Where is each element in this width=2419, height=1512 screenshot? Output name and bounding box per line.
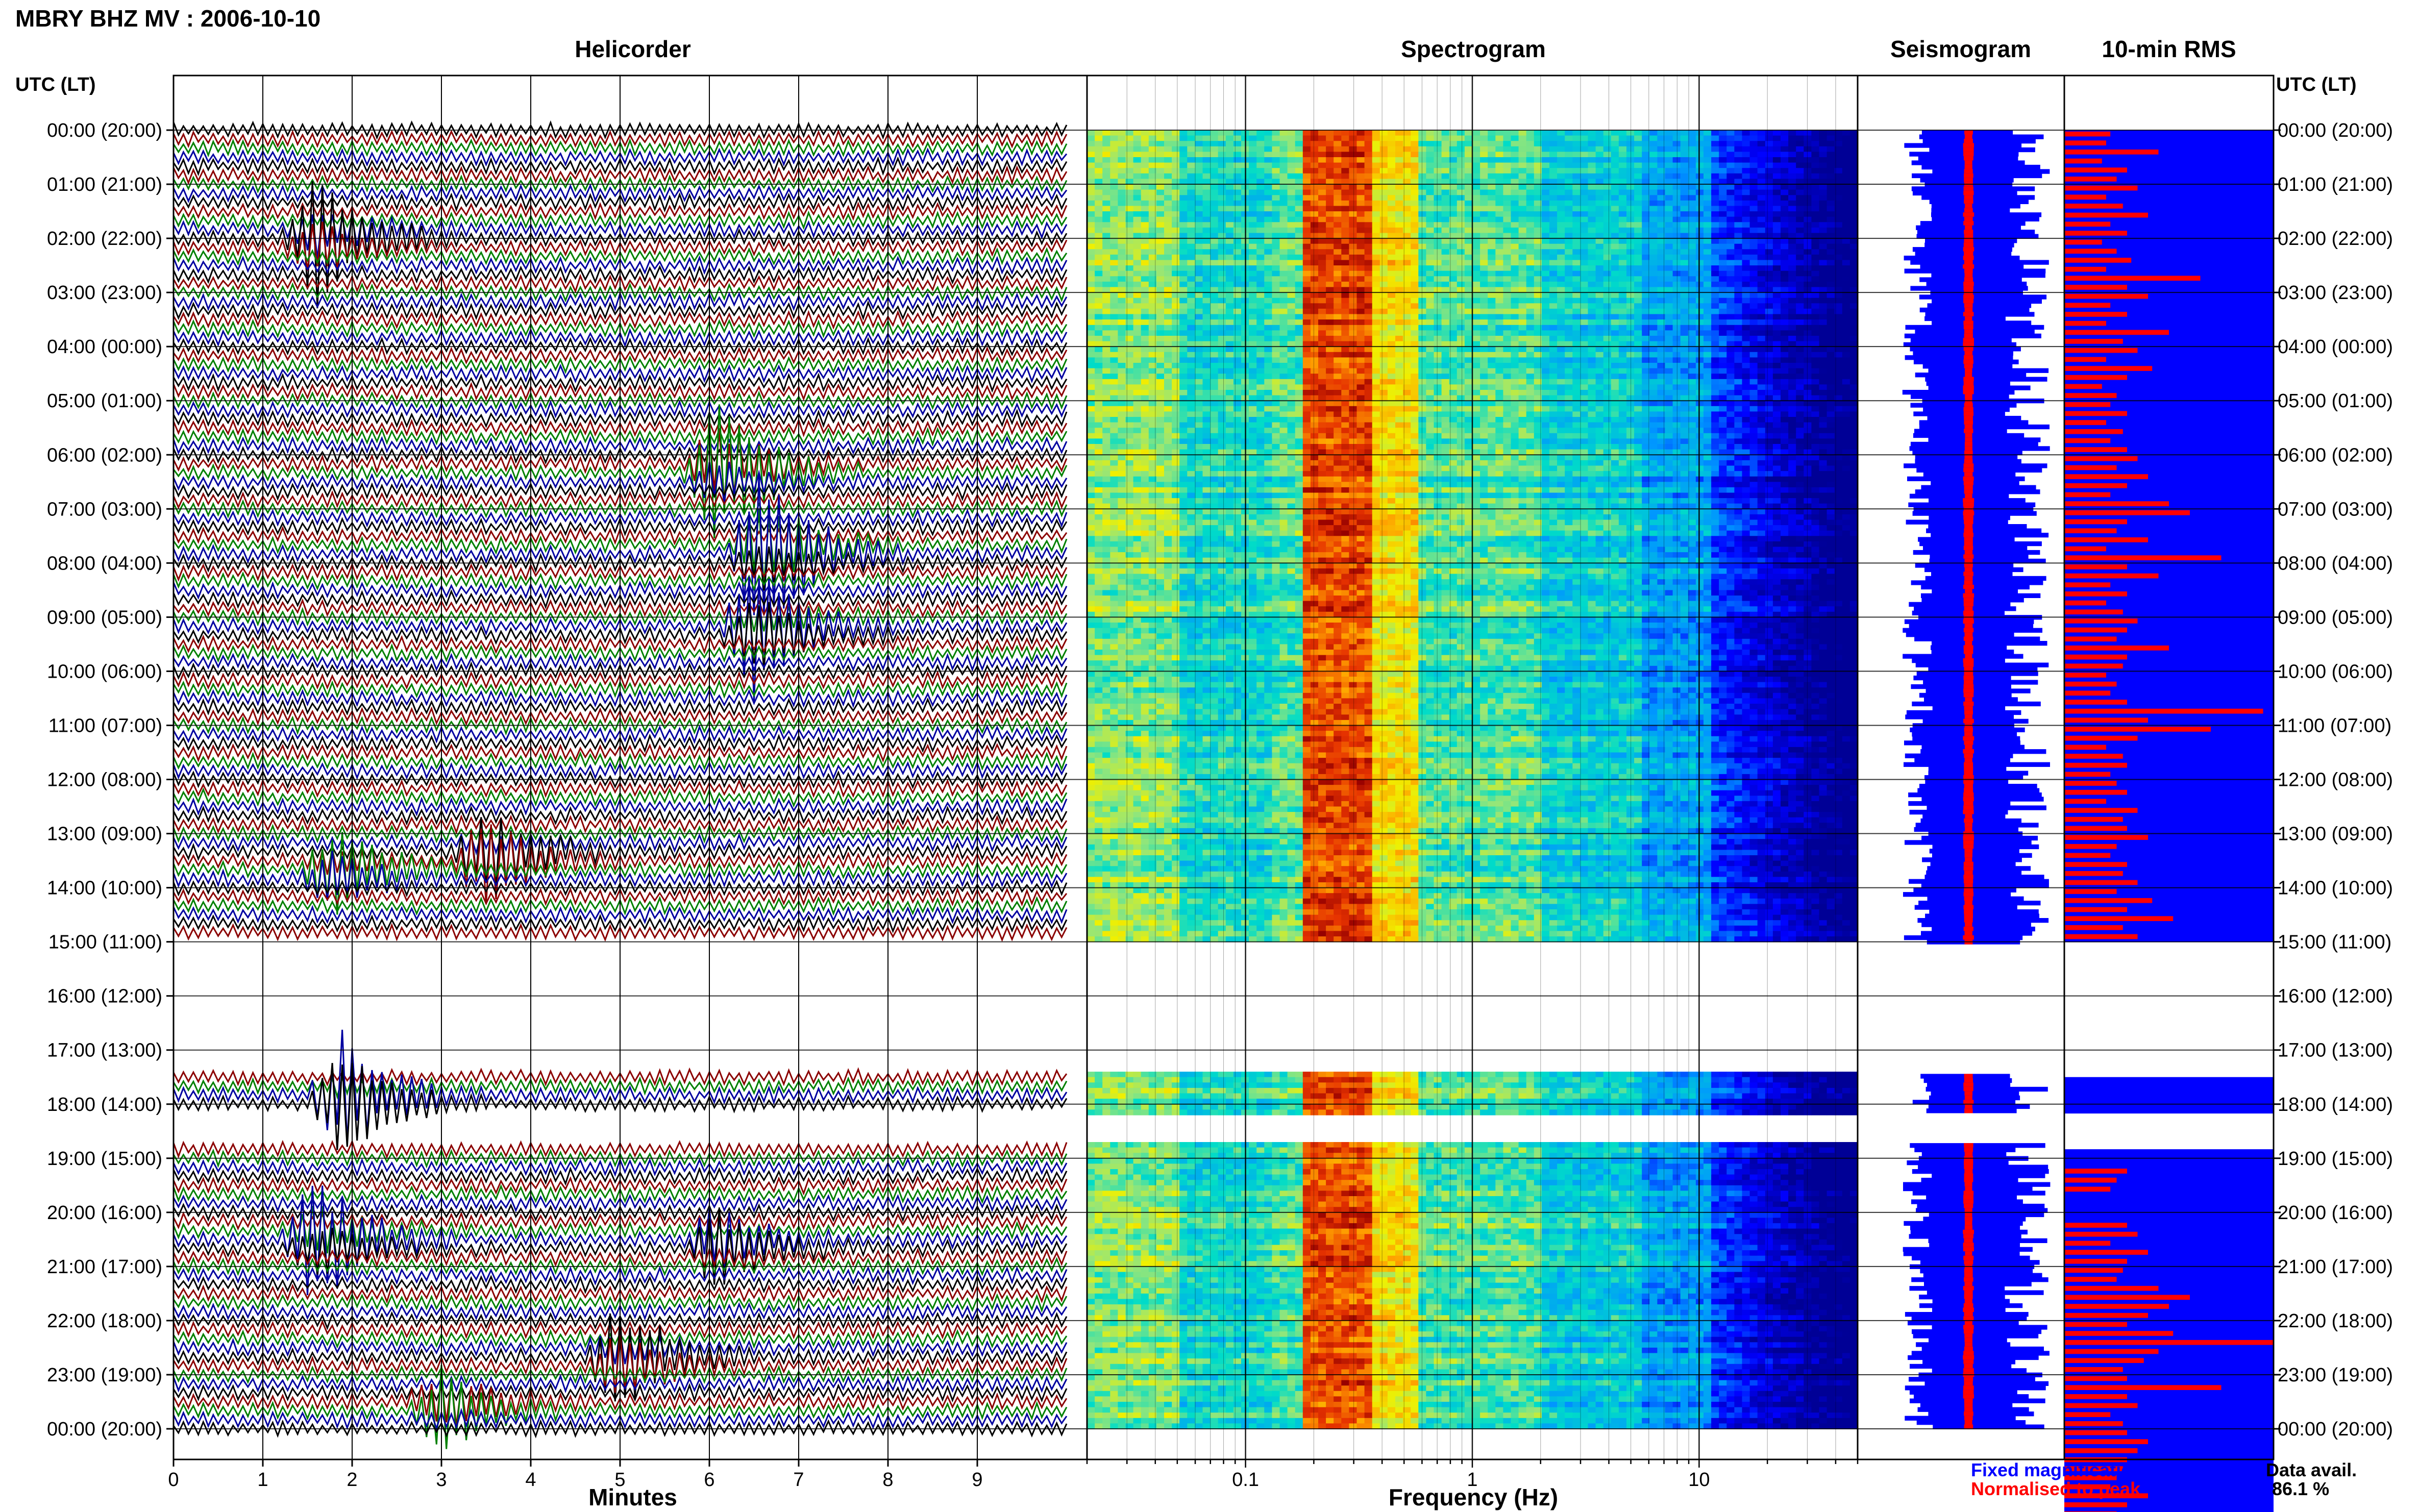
- time-label-left: 00:00 (20:00): [47, 1419, 162, 1440]
- chart-title: MBRY BHZ MV : 2006-10-10: [15, 5, 320, 32]
- time-label-left: 09:00 (05:00): [47, 607, 162, 628]
- time-label-right: 00:00 (20:00): [2278, 1419, 2393, 1440]
- time-label-left: 21:00 (17:00): [47, 1256, 162, 1278]
- time-label-left: 18:00 (14:00): [47, 1094, 162, 1116]
- time-label-right: 22:00 (18:00): [2278, 1310, 2393, 1332]
- time-label-right: 21:00 (17:00): [2278, 1256, 2393, 1278]
- time-label-left: 11:00 (07:00): [48, 715, 162, 736]
- time-label-right: 18:00 (14:00): [2278, 1094, 2393, 1116]
- helicorder-tick-label: 9: [972, 1469, 982, 1491]
- time-label-left: 05:00 (01:00): [47, 390, 162, 412]
- helicorder-tick-label: 0: [168, 1469, 179, 1491]
- time-label-right: 00:00 (20:00): [2278, 120, 2393, 141]
- time-label-right: 07:00 (03:00): [2278, 499, 2393, 520]
- rms-layer: [2064, 130, 2274, 1512]
- time-label-right: 16:00 (12:00): [2278, 986, 2393, 1007]
- panel-title-helicorder: Helicorder: [575, 36, 691, 62]
- panel-title-spectrogram: Spectrogram: [1401, 36, 1546, 62]
- spectrogram-tick-label: 0.1: [1232, 1469, 1259, 1491]
- time-label-left: 17:00 (13:00): [47, 1040, 162, 1061]
- helicorder-tick-label: 7: [793, 1469, 804, 1491]
- time-label-right: 19:00 (15:00): [2278, 1148, 2393, 1170]
- time-label-right: 17:00 (13:00): [2278, 1040, 2393, 1061]
- time-label-left: 15:00 (11:00): [48, 932, 162, 953]
- time-label-left: 10:00 (06:00): [47, 661, 162, 682]
- legend-fixed-magnification: Fixed magnification: [1971, 1459, 2143, 1480]
- time-label-left: 01:00 (21:00): [47, 174, 162, 195]
- time-label-left: 02:00 (22:00): [47, 228, 162, 250]
- time-label-left: 08:00 (04:00): [47, 553, 162, 574]
- helicorder-tick-label: 2: [347, 1469, 357, 1491]
- data-avail-label: Data avail.: [2266, 1459, 2357, 1480]
- helicorder-tick-label: 3: [436, 1469, 447, 1491]
- time-label-right: 04:00 (00:00): [2278, 336, 2393, 358]
- time-label-right: 03:00 (23:00): [2278, 282, 2393, 304]
- time-label-right: 05:00 (01:00): [2278, 390, 2393, 412]
- panel-title-rms: 10-min RMS: [2102, 36, 2236, 62]
- time-label-left: 23:00 (19:00): [47, 1365, 162, 1386]
- time-label-right: 13:00 (09:00): [2278, 824, 2393, 845]
- time-label-left: 13:00 (09:00): [47, 824, 162, 845]
- time-label-right: 12:00 (08:00): [2278, 770, 2393, 791]
- time-label-right: 20:00 (16:00): [2278, 1202, 2393, 1224]
- time-label-right: 15:00 (11:00): [2278, 932, 2391, 953]
- time-label-right: 08:00 (04:00): [2278, 553, 2393, 574]
- time-label-left: 04:00 (00:00): [47, 336, 162, 358]
- time-label-left: 07:00 (03:00): [47, 499, 162, 520]
- time-label-left: 03:00 (23:00): [47, 282, 162, 304]
- time-label-right: 10:00 (06:00): [2278, 661, 2393, 682]
- time-label-left: 20:00 (16:00): [47, 1202, 162, 1224]
- time-label-left: 22:00 (18:00): [47, 1310, 162, 1332]
- time-label-right: 09:00 (05:00): [2278, 607, 2393, 628]
- helicorder-tick-label: 1: [257, 1469, 268, 1491]
- time-label-right: 11:00 (07:00): [2278, 715, 2391, 736]
- time-label-left: 14:00 (10:00): [47, 878, 162, 899]
- helicorder-x-label: Minutes: [588, 1484, 677, 1510]
- data-avail-value: 86.1 %: [2272, 1478, 2329, 1499]
- helicorder-tick-label: 6: [704, 1469, 714, 1491]
- helicorder-tick-label: 8: [882, 1469, 893, 1491]
- time-label-right: 23:00 (19:00): [2278, 1365, 2393, 1386]
- time-label-right: 14:00 (10:00): [2278, 878, 2393, 899]
- time-label-left: 00:00 (20:00): [47, 120, 162, 141]
- time-label-right: 02:00 (22:00): [2278, 228, 2393, 250]
- legend-normalised-to-peak: Normalised to peak: [1971, 1478, 2141, 1499]
- time-label-left: 12:00 (08:00): [47, 770, 162, 791]
- seismic-summary-chart: 00:00 (20:00) 00:00 (20:00) 01:00 (21:00) 0…: [15, 5, 2393, 1512]
- time-label-right: 06:00 (02:00): [2278, 444, 2393, 466]
- time-axis-label-right: UTC (LT): [2276, 74, 2357, 95]
- spectrogram-x-label: Frequency (Hz): [1389, 1484, 1558, 1510]
- time-label-left: 19:00 (15:00): [47, 1148, 162, 1170]
- time-label-left: 16:00 (12:00): [47, 986, 162, 1007]
- helicorder-tick-label: 4: [525, 1469, 536, 1491]
- time-label-left: 06:00 (02:00): [47, 444, 162, 466]
- time-label-right: 01:00 (21:00): [2278, 174, 2393, 195]
- spectrogram-tick-label: 10: [1688, 1469, 1710, 1491]
- time-axis-label-left: UTC (LT): [15, 74, 96, 95]
- panel-title-seismogram: Seismogram: [1890, 36, 2031, 62]
